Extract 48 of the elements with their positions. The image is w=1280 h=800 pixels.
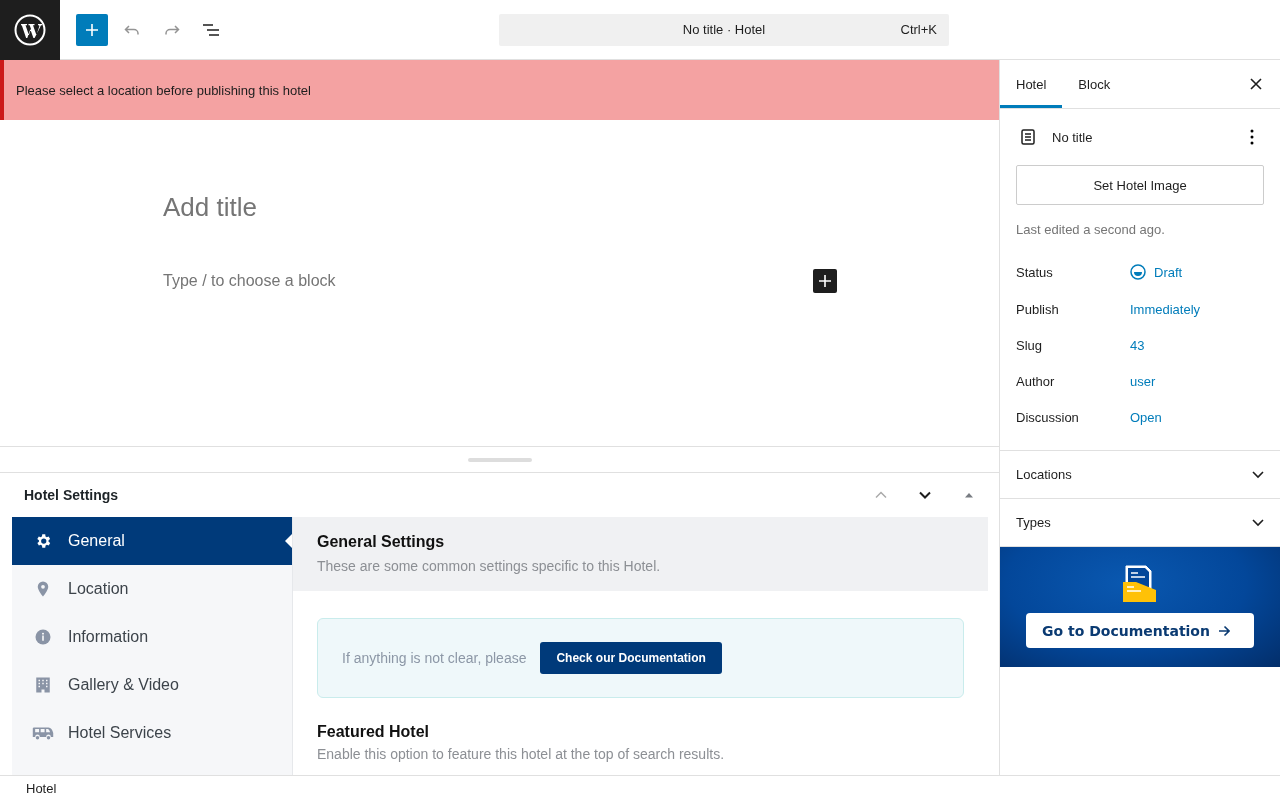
add-button[interactable] bbox=[76, 13, 108, 46]
title-field[interactable]: Add title bbox=[163, 192, 257, 223]
go-to-documentation-button[interactable]: Go to Documentation bbox=[1026, 613, 1254, 648]
field-value-link[interactable]: user bbox=[1130, 373, 1156, 389]
panel-title: Hotel Settings bbox=[24, 487, 120, 503]
help-text: If anything is not clear, please bbox=[342, 650, 527, 666]
field-value-link[interactable]: Open bbox=[1130, 409, 1162, 425]
document-folder-icon bbox=[1123, 565, 1157, 603]
breadcrumb-link[interactable]: Hotel bbox=[26, 780, 57, 796]
setting-description: Enable this option to feature this hotel at the top of search results. bbox=[317, 746, 726, 762]
field-value-link[interactable]: Immediately bbox=[1130, 301, 1201, 317]
command-bar[interactable]: No title · Hotel Ctrl+K bbox=[499, 13, 949, 46]
plus-icon bbox=[818, 274, 832, 288]
arrow-right-icon bbox=[1217, 624, 1230, 637]
section-title: General Settings bbox=[317, 533, 446, 551]
field-label: Publish bbox=[1016, 301, 1060, 317]
plus-icon bbox=[84, 21, 100, 38]
settings-nav-item[interactable]: Hotel Services bbox=[12, 709, 292, 757]
block-placeholder[interactable]: Type / to choose a block bbox=[163, 272, 336, 290]
last-edited-text: Last edited a second ago. bbox=[1016, 222, 1166, 237]
draft-status-icon bbox=[1130, 264, 1146, 280]
document-title: No title · Hotel bbox=[682, 22, 766, 37]
notice-text: Please select a location before publishing this hotel bbox=[16, 82, 311, 98]
add-block-button[interactable] bbox=[813, 269, 837, 293]
post-title: No title bbox=[1052, 129, 1094, 145]
field-label: Discussion bbox=[1016, 409, 1080, 425]
field-label: Slug bbox=[1016, 337, 1044, 353]
sidebar-tab[interactable]: Block bbox=[1062, 60, 1127, 108]
building-icon bbox=[34, 676, 52, 694]
settings-nav-item[interactable]: General bbox=[12, 517, 292, 565]
keyboard-shortcut: Ctrl+K bbox=[900, 22, 937, 37]
settings-nav-item[interactable]: Information bbox=[12, 613, 292, 661]
more-vertical-icon bbox=[1250, 129, 1254, 145]
set-image-button[interactable]: Set Hotel Image bbox=[1016, 165, 1264, 205]
info-icon bbox=[34, 628, 52, 646]
sidebar-tab[interactable]: Hotel bbox=[1000, 60, 1063, 108]
close-icon bbox=[1250, 78, 1262, 90]
field-value-link[interactable]: Draft bbox=[1130, 264, 1183, 280]
field-label: Status bbox=[1016, 264, 1054, 280]
section-description: These are some common settings specific to this Hotel. bbox=[317, 558, 662, 574]
setting-title: Featured Hotel bbox=[317, 723, 430, 741]
wordpress-logo-icon[interactable] bbox=[14, 13, 46, 46]
documentation-button[interactable]: Check our Documentation bbox=[540, 642, 722, 674]
field-label: Author bbox=[1016, 373, 1056, 389]
settings-nav-item[interactable]: Location bbox=[12, 565, 292, 613]
field-value-link[interactable]: 43 bbox=[1130, 337, 1145, 353]
settings-nav-item[interactable]: Gallery & Video bbox=[12, 661, 292, 709]
resize-handle[interactable] bbox=[467, 457, 532, 462]
